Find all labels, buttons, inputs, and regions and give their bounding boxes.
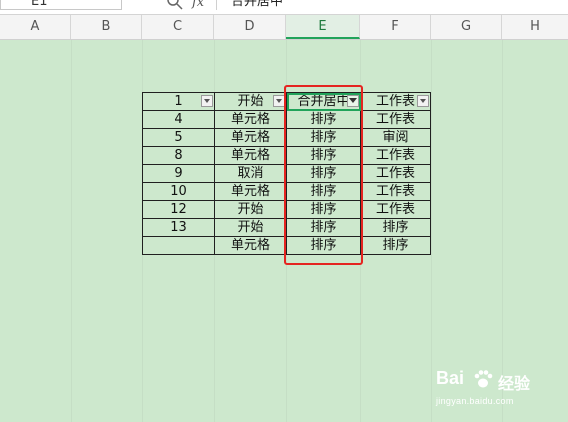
filter-dropdown-icon[interactable] [273,95,285,107]
table-cell[interactable]: 单元格 [214,236,287,255]
table-cell[interactable]: 单元格 [214,110,287,129]
gridline [71,40,72,422]
table-row: 单元格 排序 排序 [142,236,431,255]
table-cell[interactable]: 工作表 [360,200,431,219]
header-label: 工作表 [375,94,415,109]
header-cell[interactable]: 工作表 [360,92,431,111]
table-cell[interactable]: 10 [142,182,215,201]
formula-input[interactable]: 合并居中 [216,0,568,10]
table-cell[interactable] [142,236,215,255]
column-header-e[interactable]: E [286,15,360,39]
table-cell[interactable]: 开始 [214,218,287,237]
table-cell[interactable]: 排序 [286,110,361,129]
table-cell[interactable]: 13 [142,218,215,237]
gridline [431,40,432,422]
column-header-row: A B C D E F G H [0,15,568,40]
watermark-url: jingyan.baidu.com [436,396,514,406]
table-row: 9 取消 排序 工作表 [142,164,431,183]
table-cell[interactable]: 单元格 [214,146,287,165]
column-header-c[interactable]: C [142,15,214,39]
data-table: 1 开始 合并居中 工作表 4 单元格 排序 工作表 5 单元格 排序 审阅 8… [142,92,431,255]
table-row: 13 开始 排序 排序 [142,218,431,237]
table-cell[interactable]: 排序 [286,146,361,165]
column-header-a[interactable]: A [0,15,71,39]
table-row: 8 单元格 排序 工作表 [142,146,431,165]
table-cell[interactable]: 工作表 [360,164,431,183]
column-header-d[interactable]: D [214,15,286,39]
column-header-f[interactable]: F [360,15,431,39]
table-cell[interactable]: 排序 [286,218,361,237]
column-header-b[interactable]: B [71,15,142,39]
table-cell[interactable]: 9 [142,164,215,183]
table-cell[interactable]: 排序 [286,200,361,219]
table-row: 12 开始 排序 工作表 [142,200,431,219]
watermark-text: 经验 [498,374,531,393]
baidu-jingyan-watermark: Bai 经验 jingyan.baidu.com [436,366,564,412]
header-cell[interactable]: 1 [142,92,215,111]
zoom-icon[interactable] [166,0,184,11]
table-cell[interactable]: 4 [142,110,215,129]
table-cell[interactable]: 工作表 [360,110,431,129]
table-cell[interactable]: 单元格 [214,128,287,147]
filter-active-icon[interactable] [347,95,359,107]
table-cell[interactable]: 取消 [214,164,287,183]
table-row: 5 单元格 排序 审阅 [142,128,431,147]
gridline [502,40,503,422]
table-row: 4 单元格 排序 工作表 [142,110,431,129]
watermark-brand: Bai [436,368,465,388]
filter-dropdown-icon[interactable] [201,95,213,107]
table-cell[interactable]: 排序 [360,218,431,237]
header-label: 合并居中 [297,94,350,109]
header-label: 1 [174,94,183,109]
header-cell-selected[interactable]: 合并居中 [286,92,361,111]
header-cell[interactable]: 开始 [214,92,287,111]
formula-bar: E1 fx 合并居中 [0,0,568,15]
paw-icon [474,370,493,388]
header-label: 开始 [237,94,264,109]
table-cell[interactable]: 排序 [360,236,431,255]
table-cell[interactable]: 排序 [286,164,361,183]
column-header-h[interactable]: H [502,15,568,39]
filter-dropdown-icon[interactable] [417,95,429,107]
table-cell[interactable]: 排序 [286,128,361,147]
table-header-row: 1 开始 合并居中 工作表 [142,92,431,111]
table-cell[interactable]: 工作表 [360,182,431,201]
table-cell[interactable]: 审阅 [360,128,431,147]
table-cell[interactable]: 单元格 [214,182,287,201]
table-cell[interactable]: 排序 [286,182,361,201]
table-row: 10 单元格 排序 工作表 [142,182,431,201]
name-box[interactable]: E1 [0,0,122,10]
table-cell[interactable]: 排序 [286,236,361,255]
column-header-g[interactable]: G [431,15,502,39]
table-cell[interactable]: 8 [142,146,215,165]
fx-icon[interactable]: fx [192,0,204,11]
table-cell[interactable]: 工作表 [360,146,431,165]
table-cell[interactable]: 开始 [214,200,287,219]
table-cell[interactable]: 5 [142,128,215,147]
table-cell[interactable]: 12 [142,200,215,219]
